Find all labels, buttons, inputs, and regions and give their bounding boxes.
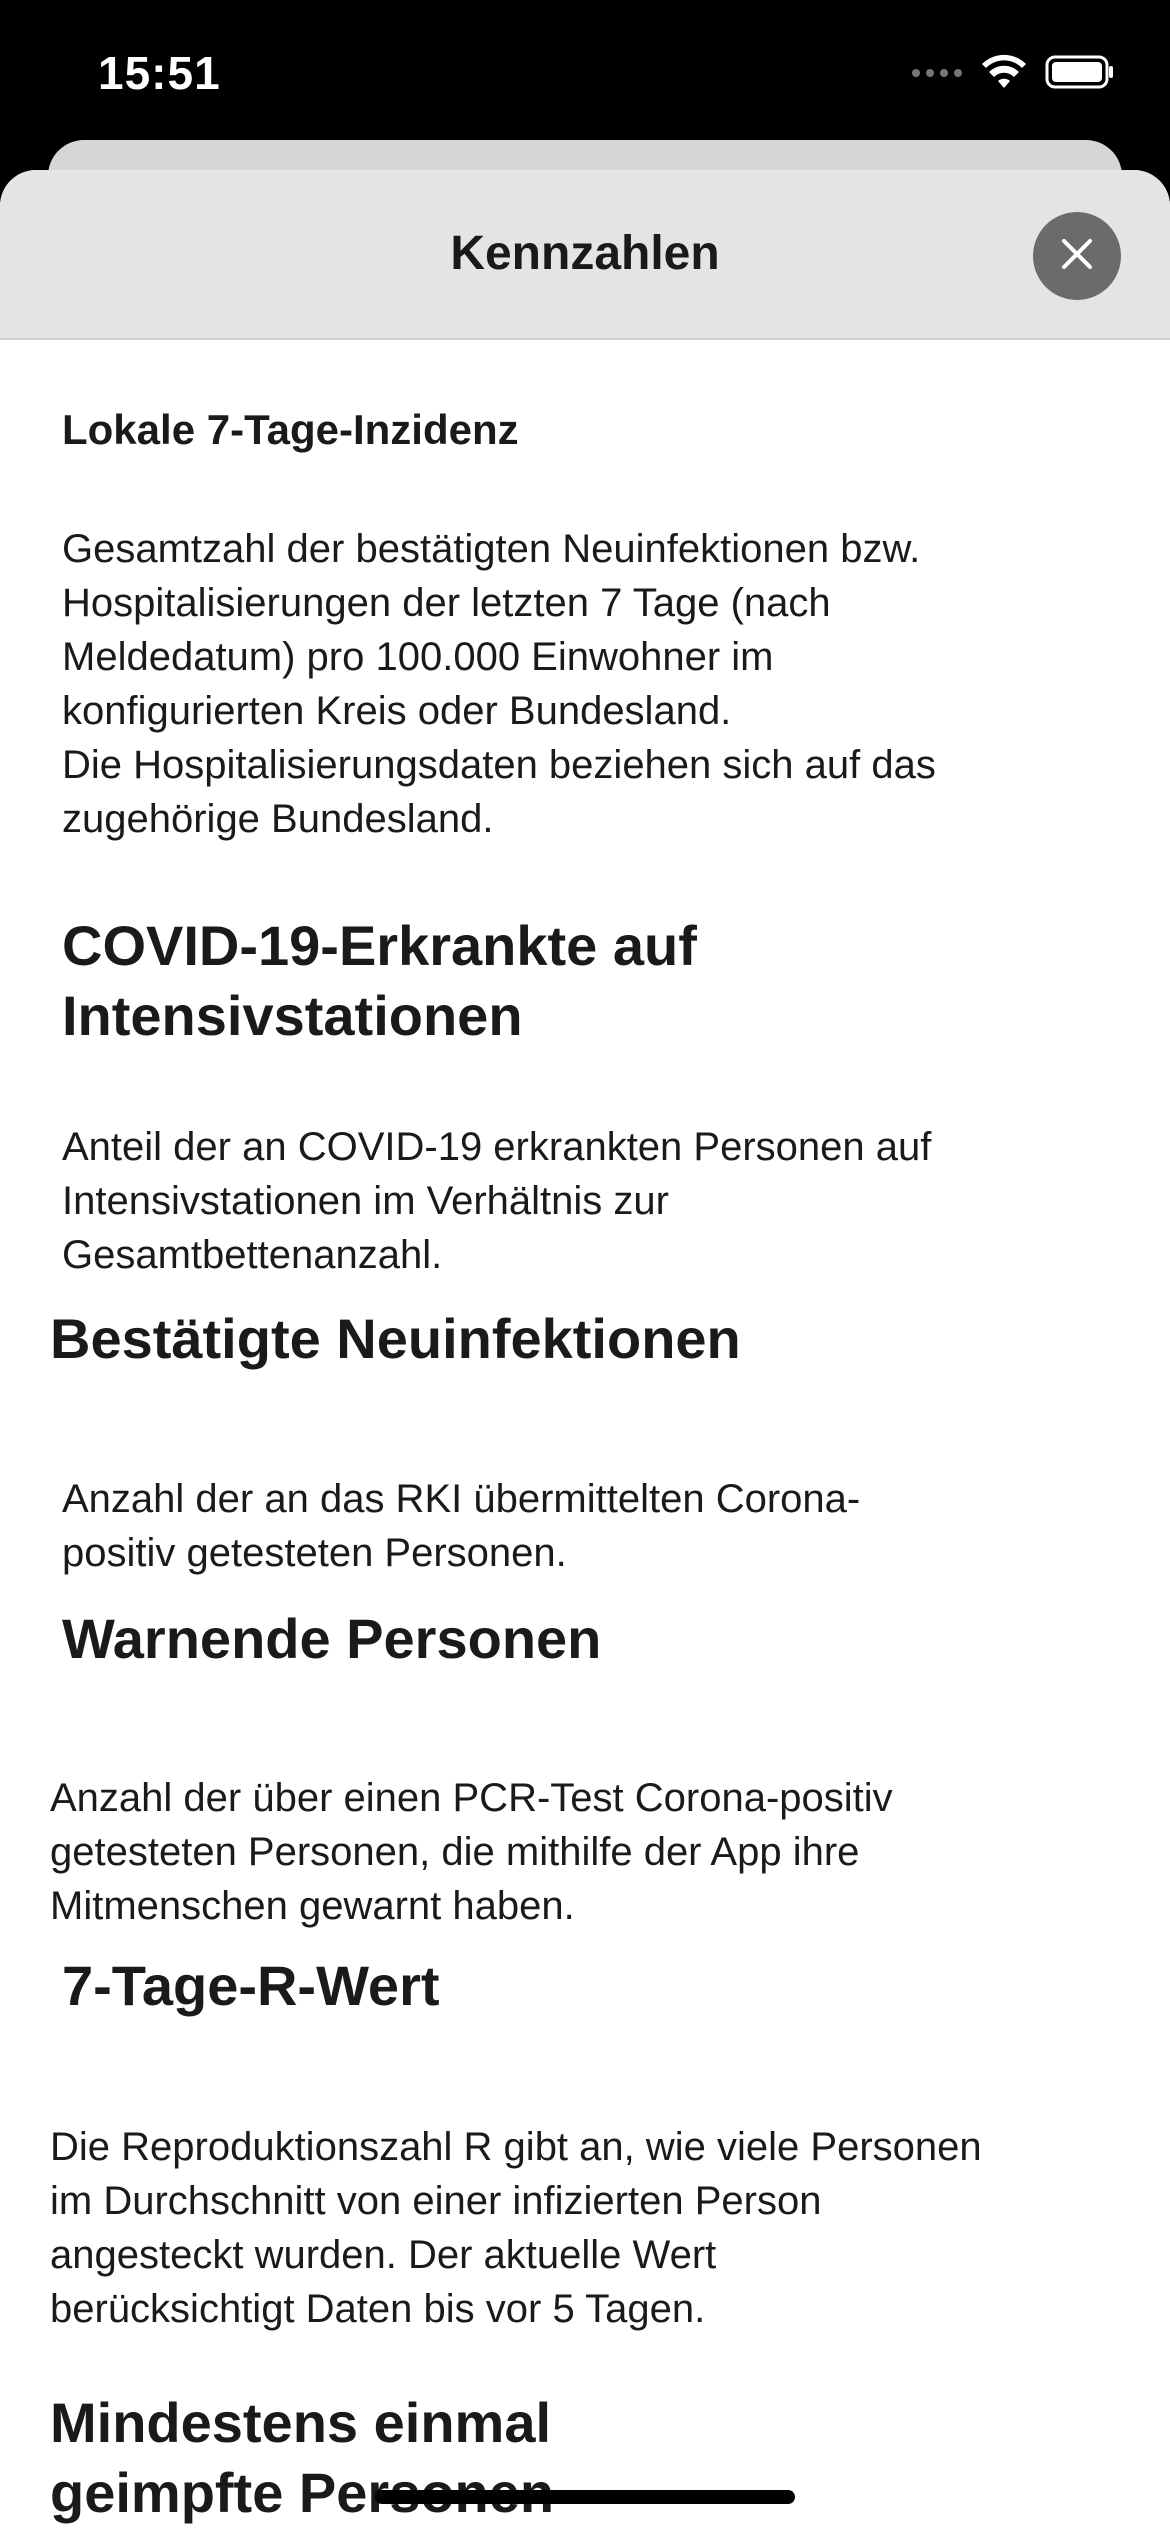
status-time: 15:51	[98, 47, 221, 99]
section-heading-icu: COVID-19-Erkrankte auf Intensivstationen	[62, 914, 697, 1047]
section-heading-vaccinated: Mindestens einmal geimpfte Personen	[50, 2391, 554, 2524]
wifi-icon	[981, 54, 1027, 95]
section-text-icu: Anteil der an COVID-19 erkrankten Person…	[62, 1125, 932, 1277]
section-text-r-value: Die Reproduktionszahl R gibt an, wie vie…	[50, 2125, 982, 2331]
section-heading-new-infections: Bestätigte Neuinfektionen	[50, 1307, 741, 1370]
section-text-warning-persons: Anzahl der über einen PCR-Test Corona-po…	[50, 1776, 893, 1928]
section-text-local-incidence: Gesamtzahl der bestätigten Neuinfektione…	[62, 527, 936, 841]
sheet-title: Kennzahlen	[450, 227, 720, 280]
status-bar: 15:51	[0, 0, 1170, 150]
close-icon	[1060, 237, 1094, 276]
section-heading-warning-persons: Warnende Personen	[62, 1607, 602, 1670]
section-heading-local-incidence: Lokale 7-Tage-Inzidenz	[62, 406, 519, 453]
section-heading-r-value: 7-Tage-R-Wert	[62, 1954, 440, 2017]
battery-icon	[1045, 55, 1115, 94]
close-button[interactable]	[1033, 212, 1121, 300]
section-text-new-infections: Anzahl der an das RKI übermittelten Coro…	[62, 1477, 861, 1575]
signal-icon	[911, 66, 963, 84]
sheet-header: Kennzahlen	[0, 170, 1170, 340]
home-indicator[interactable]	[375, 2490, 795, 2504]
status-icons	[911, 54, 1115, 95]
